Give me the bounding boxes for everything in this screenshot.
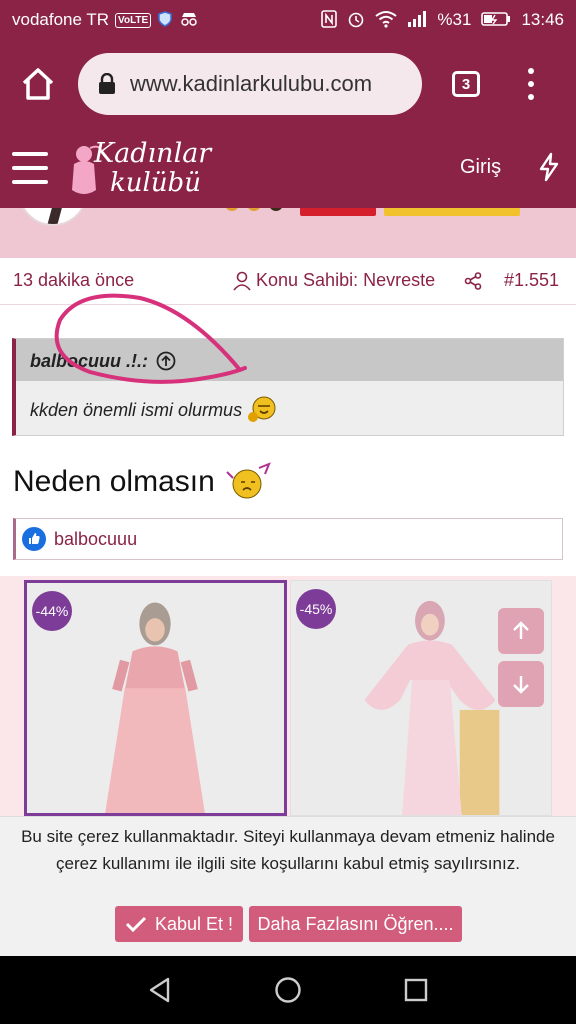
post-body: Neden olmasın xyxy=(13,462,275,502)
nfc-icon xyxy=(321,9,338,31)
previous-post-strip xyxy=(0,208,576,258)
quote-author: balbocuuu .!.: xyxy=(30,351,148,371)
overflow-menu-icon[interactable] xyxy=(524,68,538,100)
signal-icon xyxy=(407,10,427,30)
status-bar: vodafone TR VoLTE %31 13:46 xyxy=(0,0,576,40)
liked-by-user[interactable]: balbocuuu xyxy=(54,529,137,550)
browser-home-icon[interactable] xyxy=(20,66,56,102)
product-card[interactable]: -44% xyxy=(24,580,287,816)
discount-badge: -45% xyxy=(296,589,336,629)
volte-badge: VoLTE xyxy=(115,12,152,28)
quote-block: balbocuuu .!.: kkden önemli ismi olurmus xyxy=(12,338,564,436)
battery-percent: %31 xyxy=(437,10,472,29)
home-circle-icon[interactable] xyxy=(274,976,302,1004)
lightning-icon[interactable] xyxy=(538,152,560,182)
carrier-name: vodafone TR xyxy=(12,10,110,29)
battery-icon xyxy=(481,11,511,30)
scroll-up-button[interactable] xyxy=(498,608,544,654)
post-meta: 13 dakika önce Konu Sahibi: Nevreste #1.… xyxy=(0,268,576,296)
post-number[interactable]: #1.551 xyxy=(504,270,559,291)
accept-cookies-button[interactable]: Kabul Et ! xyxy=(115,906,243,942)
site-header: Kadınlar kulübü Giriş xyxy=(0,130,576,208)
user-icon xyxy=(233,271,251,291)
logo-text-line2: kulübü xyxy=(110,168,201,198)
quote-header[interactable]: balbocuuu .!.: xyxy=(16,339,563,381)
post-body-text: Neden olmasın xyxy=(13,465,215,498)
emoji-thinking-icon xyxy=(226,462,271,499)
tab-switcher-button[interactable]: 3 xyxy=(452,71,480,97)
site-logo[interactable]: Kadınlar kulübü xyxy=(66,136,226,202)
learn-more-button[interactable]: Daha Fazlasını Öğren.... xyxy=(249,906,462,942)
emoji-smiley-icon xyxy=(248,396,276,422)
clock-time: 13:46 xyxy=(521,10,564,29)
system-nav-bar xyxy=(0,956,576,1024)
cookie-message: Bu site çerez kullanmaktadır. Siteyi kul… xyxy=(21,827,555,873)
emoji-row-icon xyxy=(226,208,282,211)
thumbs-up-icon xyxy=(22,527,46,551)
avatar[interactable] xyxy=(18,208,88,226)
share-icon[interactable] xyxy=(464,272,482,290)
post-time[interactable]: 13 dakika önce xyxy=(13,270,134,291)
wifi-icon xyxy=(375,10,398,31)
hamburger-menu-icon[interactable] xyxy=(12,152,48,184)
divider xyxy=(0,304,576,305)
browser-toolbar: www.kadinlarkulubu.com 3 xyxy=(0,40,576,130)
url-text: www.kadinlarkulubu.com xyxy=(130,71,373,96)
logo-text-line1: Kadınlar xyxy=(94,138,212,169)
check-icon xyxy=(125,916,147,933)
incognito-icon xyxy=(179,11,199,30)
scroll-down-button[interactable] xyxy=(498,661,544,707)
quote-text: kkden önemli ismi olurmus xyxy=(30,399,243,420)
thread-owner-label: Konu Sahibi: Nevreste xyxy=(256,270,436,290)
user-tag-yellow xyxy=(384,208,520,216)
back-icon[interactable] xyxy=(146,976,174,1004)
discount-badge: -44% xyxy=(32,591,72,631)
lock-icon xyxy=(99,73,115,94)
recent-apps-icon[interactable] xyxy=(404,978,428,1002)
quote-body: kkden önemli ismi olurmus xyxy=(30,395,278,425)
arrow-up-circle-icon[interactable] xyxy=(156,351,176,371)
login-link[interactable]: Giriş xyxy=(460,156,501,179)
accept-label: Kabul Et ! xyxy=(154,913,234,934)
thread-owner: Konu Sahibi: Nevreste xyxy=(232,270,435,291)
likes-bar[interactable]: balbocuuu xyxy=(13,518,563,560)
arrow-up-icon xyxy=(513,621,529,639)
shield-icon xyxy=(157,10,173,30)
arrow-down-icon xyxy=(513,676,529,694)
address-bar[interactable]: www.kadinlarkulubu.com xyxy=(78,53,422,115)
user-tag-red xyxy=(300,208,376,216)
alarm-icon xyxy=(347,10,365,31)
